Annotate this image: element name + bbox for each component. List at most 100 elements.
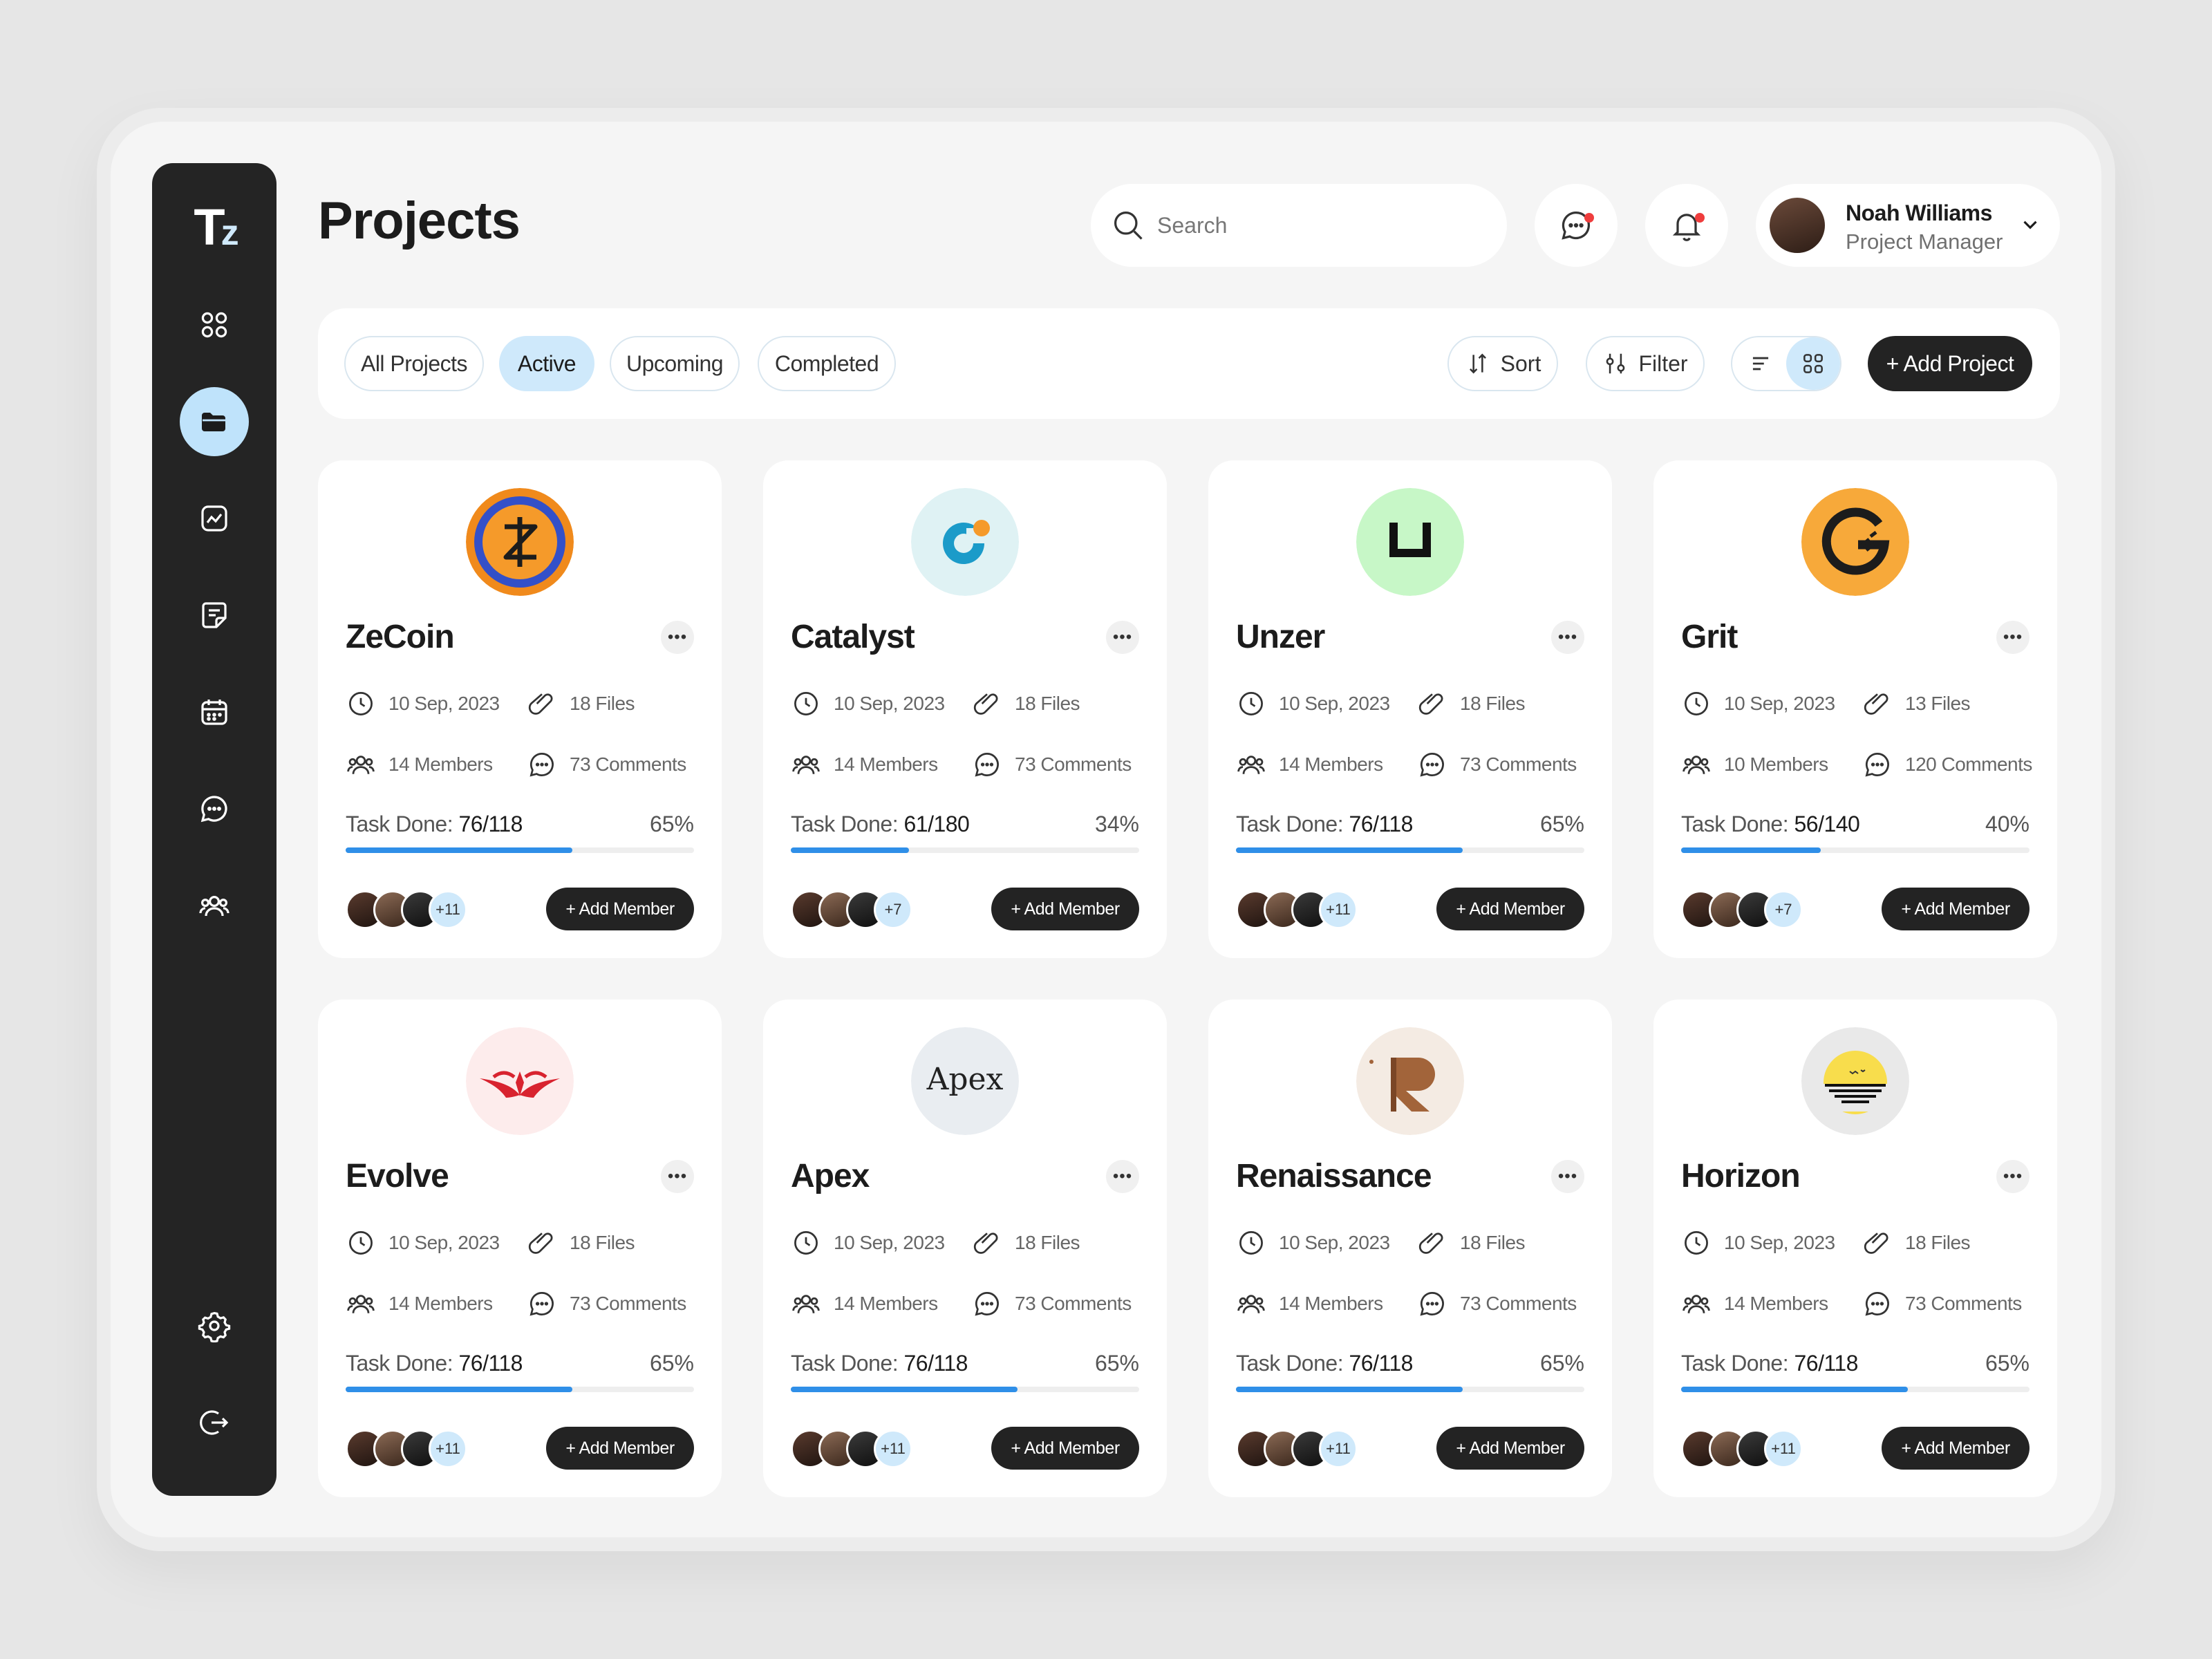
sidebar-item-messages[interactable] <box>180 774 249 843</box>
member-avatars[interactable]: +11 <box>1236 1430 1374 1468</box>
project-files[interactable]: 18 Files <box>1417 1228 1526 1258</box>
project-card[interactable]: Evolve ••• 10 Sep, 2023 18 Files 14 Members 7… <box>318 1000 722 1497</box>
clock-icon <box>794 692 818 715</box>
tab-completed[interactable]: Completed <box>758 336 896 391</box>
task-percent: 40% <box>1985 812 2030 836</box>
project-members[interactable]: 14 Members <box>1236 1288 1383 1319</box>
more-options-button[interactable]: ••• <box>1996 1160 2030 1193</box>
member-avatars[interactable]: +7 <box>1681 890 1819 929</box>
member-avatars[interactable]: +11 <box>1681 1430 1819 1468</box>
add-member-button[interactable]: + Add Member <box>1882 1427 2030 1470</box>
filter-button[interactable]: Filter <box>1586 336 1705 391</box>
project-files[interactable]: 18 Files <box>972 688 1080 719</box>
notifications-button[interactable] <box>1645 184 1728 267</box>
sidebar-item-analytics[interactable] <box>180 484 249 553</box>
more-options-button[interactable]: ••• <box>1996 621 2030 654</box>
project-card[interactable]: Renaissance ••• 10 Sep, 2023 18 Files 14 Mem… <box>1208 1000 1612 1497</box>
add-member-button[interactable]: + Add Member <box>546 1427 694 1470</box>
project-comments[interactable]: 73 Comments <box>1417 749 1577 780</box>
extra-members-count: +11 <box>1319 890 1358 929</box>
user-profile[interactable]: Noah Williams Project Manager <box>1756 184 2060 267</box>
extra-members-count: +11 <box>874 1430 912 1468</box>
sidebar-item-team[interactable] <box>180 871 249 940</box>
project-comments[interactable]: 73 Comments <box>527 1288 686 1319</box>
more-options-button[interactable]: ••• <box>1551 621 1584 654</box>
tab-upcoming[interactable]: Upcoming <box>610 336 740 391</box>
sidebar-item-calendar[interactable] <box>180 677 249 747</box>
search-bar[interactable] <box>1091 184 1507 267</box>
sidebar-item-notes[interactable] <box>180 581 249 650</box>
project-members[interactable]: 14 Members <box>346 749 493 780</box>
project-files[interactable]: 18 Files <box>972 1228 1080 1258</box>
member-avatars[interactable]: +11 <box>1236 890 1374 929</box>
project-card[interactable]: ZeCoin ••• 10 Sep, 2023 18 Files 14 Members 7… <box>318 460 722 958</box>
extra-members-count: +11 <box>429 1430 467 1468</box>
chat-icon <box>200 796 227 823</box>
messages-button[interactable] <box>1535 184 1618 267</box>
project-members[interactable]: 14 Members <box>1236 749 1383 780</box>
sidebar-item-logout[interactable] <box>180 1388 249 1457</box>
sort-button[interactable]: Sort <box>1447 336 1558 391</box>
project-card[interactable]: Grit ••• 10 Sep, 2023 13 Files 10 Members 120… <box>1653 460 2057 958</box>
add-member-button[interactable]: + Add Member <box>991 888 1139 930</box>
more-options-button[interactable]: ••• <box>661 621 694 654</box>
project-comments[interactable]: 73 Comments <box>1417 1288 1577 1319</box>
member-avatars[interactable]: +11 <box>346 890 484 929</box>
filter-toolbar: All Projects Active Upcoming Completed S… <box>318 308 2060 419</box>
task-percent: 65% <box>1539 1351 1584 1376</box>
project-files[interactable]: 18 Files <box>527 688 635 719</box>
add-member-button[interactable]: + Add Member <box>991 1427 1139 1470</box>
project-date: 10 Sep, 2023 <box>1681 688 1835 719</box>
project-files[interactable]: 18 Files <box>1417 688 1526 719</box>
app-logo[interactable]: Tz <box>152 198 276 256</box>
unread-dot <box>1695 213 1705 223</box>
project-comments[interactable]: 73 Comments <box>1862 1288 2022 1319</box>
project-members[interactable]: 14 Members <box>791 749 938 780</box>
tab-active[interactable]: Active <box>499 336 594 391</box>
sidebar-item-settings[interactable] <box>180 1291 249 1360</box>
project-card[interactable]: Apex Apex ••• 10 Sep, 2023 18 Files 14 Member… <box>763 1000 1167 1497</box>
project-card[interactable]: Horizon ••• 10 Sep, 2023 18 Files 14 Members… <box>1653 1000 2057 1497</box>
files-text: 18 Files <box>1015 693 1080 714</box>
add-project-button[interactable]: + Add Project <box>1868 336 2032 391</box>
project-card[interactable]: Unzer ••• 10 Sep, 2023 18 Files 14 Members 73… <box>1208 460 1612 958</box>
sidebar-item-projects[interactable] <box>180 387 249 456</box>
tab-all-projects[interactable]: All Projects <box>344 336 484 391</box>
add-member-button[interactable]: + Add Member <box>1436 1427 1584 1470</box>
project-files[interactable]: 18 Files <box>527 1228 635 1258</box>
list-view-button[interactable] <box>1734 337 1788 390</box>
project-members[interactable]: 14 Members <box>346 1288 493 1319</box>
grid-view-button[interactable] <box>1786 337 1840 390</box>
project-members[interactable]: 10 Members <box>1681 749 1828 780</box>
gear-icon <box>198 1311 231 1342</box>
more-options-button[interactable]: ••• <box>1106 1160 1139 1193</box>
search-input[interactable] <box>1157 212 1475 238</box>
more-options-button[interactable]: ••• <box>1106 621 1139 654</box>
member-avatars[interactable]: +7 <box>791 890 929 929</box>
add-member-button[interactable]: + Add Member <box>546 888 694 930</box>
member-avatars[interactable]: +11 <box>791 1430 929 1468</box>
more-options-button[interactable]: ••• <box>1551 1160 1584 1193</box>
chevron-down-icon[interactable] <box>2018 213 2042 236</box>
project-comments[interactable]: 120 Comments <box>1862 749 2032 780</box>
task-done-label: Task Done: 76/118 <box>1681 1351 1858 1376</box>
project-files[interactable]: 13 Files <box>1862 688 1971 719</box>
more-options-button[interactable]: ••• <box>661 1160 694 1193</box>
filter-label: Filter <box>1638 350 1688 376</box>
paperclip-icon <box>1864 1232 1888 1254</box>
task-done-label: Task Done: 76/118 <box>346 1351 523 1376</box>
sidebar-item-dashboard[interactable] <box>180 290 249 359</box>
add-member-button[interactable]: + Add Member <box>1436 888 1584 930</box>
project-members[interactable]: 14 Members <box>1681 1288 1828 1319</box>
member-avatars[interactable]: +11 <box>346 1430 484 1468</box>
project-comments[interactable]: 73 Comments <box>527 749 686 780</box>
project-card[interactable]: Catalyst ••• 10 Sep, 2023 18 Files 14 Member… <box>763 460 1167 958</box>
project-members[interactable]: 14 Members <box>791 1288 938 1319</box>
project-comments[interactable]: 73 Comments <box>972 1288 1132 1319</box>
paperclip-icon <box>528 693 553 715</box>
add-member-button[interactable]: + Add Member <box>1882 888 2030 930</box>
progress-track <box>791 847 1139 853</box>
project-comments[interactable]: 73 Comments <box>972 749 1132 780</box>
task-label-text: Task Done: <box>791 1351 899 1376</box>
project-files[interactable]: 18 Files <box>1862 1228 1971 1258</box>
